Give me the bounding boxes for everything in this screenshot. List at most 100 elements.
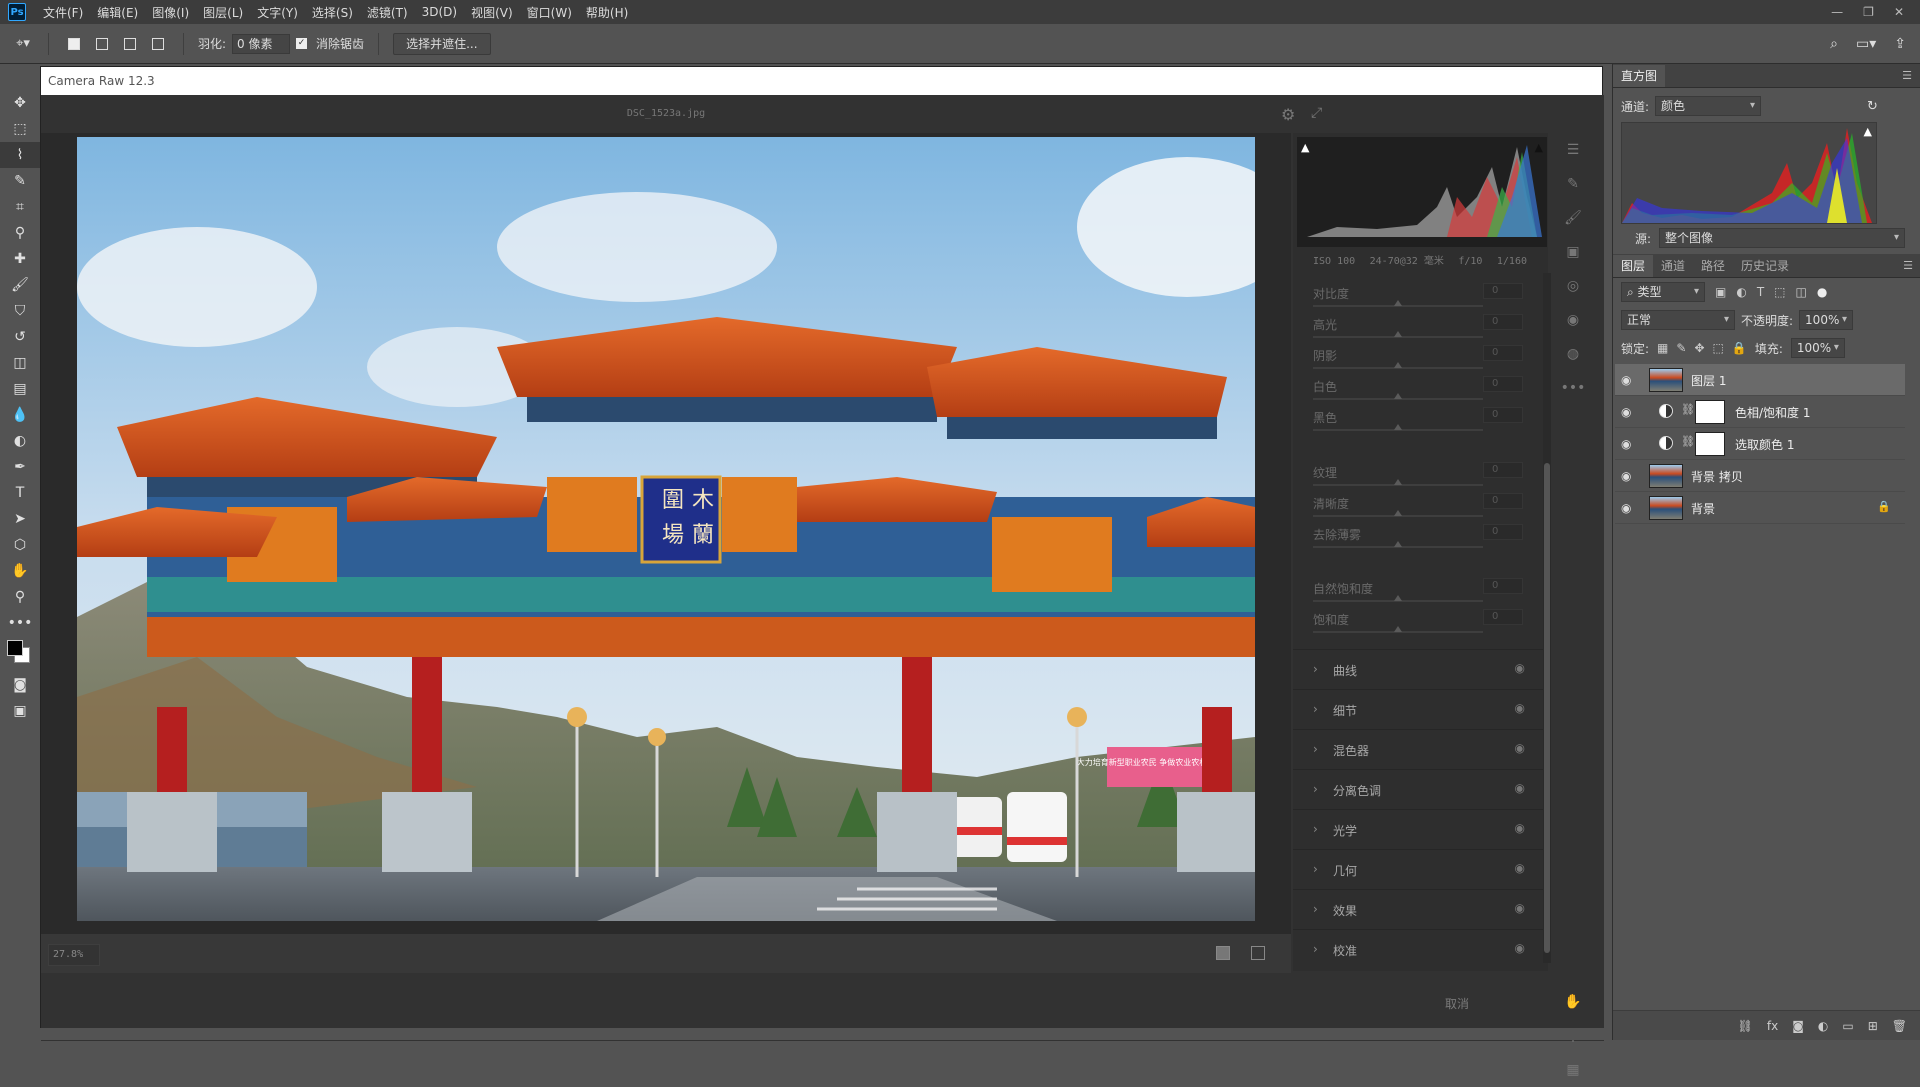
eraser-tool-icon[interactable]: ◫: [0, 350, 40, 376]
eye-icon[interactable]: ◉: [1515, 861, 1525, 875]
eye-icon[interactable]: ◉: [1621, 501, 1631, 515]
slider-vibrance[interactable]: 自然饱和度 0: [1313, 578, 1523, 602]
section-geometry[interactable]: › 几何 ◉: [1293, 849, 1543, 889]
section-calibration[interactable]: › 校准 ◉: [1293, 929, 1543, 969]
section-curves[interactable]: › 曲线 ◉: [1293, 649, 1543, 689]
eye-icon[interactable]: ◉: [1621, 437, 1631, 451]
menu-window[interactable]: 窗口(W): [520, 4, 579, 21]
settings-gear-icon[interactable]: ⚙: [1281, 105, 1295, 124]
adjustment-brush-icon[interactable]: 🖌: [1553, 201, 1593, 235]
type-tool-icon[interactable]: T: [0, 480, 40, 506]
lock-pixels-icon[interactable]: ✎: [1676, 341, 1686, 355]
new-layer-icon[interactable]: ⊞: [1868, 1019, 1878, 1033]
dodge-tool-icon[interactable]: ◐: [0, 428, 40, 454]
before-after-view-icon[interactable]: [1251, 946, 1265, 960]
menu-image[interactable]: 图像(I): [145, 4, 196, 21]
antialias-checkbox[interactable]: ✓: [296, 38, 308, 49]
layer-row[interactable]: ◉ 图层 1: [1615, 364, 1905, 396]
filter-type-icon[interactable]: T: [1757, 285, 1764, 299]
presets-icon[interactable]: ◍: [1553, 337, 1593, 371]
screen-mode-icon[interactable]: ▣: [0, 698, 40, 724]
slider-contrast[interactable]: 对比度 0: [1313, 283, 1523, 307]
marquee-tool-icon[interactable]: ⬚: [0, 116, 40, 142]
menu-filter[interactable]: 滤镜(T): [360, 4, 415, 21]
filter-adjustment-icon[interactable]: ◐: [1736, 285, 1746, 299]
eye-icon[interactable]: ◉: [1515, 741, 1525, 755]
lock-artboard-icon[interactable]: ⬚: [1713, 341, 1724, 355]
panel-menu-icon[interactable]: ☰: [1903, 259, 1913, 272]
move-tool-icon[interactable]: ✥: [0, 90, 40, 116]
layer-row[interactable]: ◉ ⛓ 色相/饱和度 1: [1615, 396, 1905, 428]
section-detail[interactable]: › 细节 ◉: [1293, 689, 1543, 729]
quick-select-tool-icon[interactable]: ✎: [0, 168, 40, 194]
section-optics[interactable]: › 光学 ◉: [1293, 809, 1543, 849]
menu-help[interactable]: 帮助(H): [579, 4, 635, 21]
eye-icon[interactable]: ◉: [1515, 821, 1525, 835]
tab-layers[interactable]: 图层: [1613, 255, 1654, 277]
cancel-button[interactable]: 取消: [1445, 995, 1469, 1012]
slider-highlights[interactable]: 高光 0: [1313, 314, 1523, 338]
shadow-clipping-icon[interactable]: ▲: [1301, 141, 1309, 154]
search-icon[interactable]: ⌕: [1830, 36, 1838, 52]
lasso-tool-icon[interactable]: ⌇: [0, 142, 40, 168]
section-effects[interactable]: › 效果 ◉: [1293, 889, 1543, 929]
cache-warning-icon[interactable]: ▲: [1864, 125, 1872, 138]
eye-icon[interactable]: ◉: [1621, 469, 1631, 483]
filter-pixel-icon[interactable]: ▣: [1715, 285, 1726, 299]
spot-removal-icon[interactable]: ✎: [1553, 167, 1593, 201]
slider-whites[interactable]: 白色 0: [1313, 376, 1523, 400]
gradient-tool-icon[interactable]: ▤: [0, 376, 40, 402]
edit-sliders-icon[interactable]: ☰: [1553, 133, 1593, 167]
lock-transparency-icon[interactable]: ▦: [1657, 341, 1668, 355]
lock-all-icon[interactable]: 🔒: [1732, 341, 1747, 355]
eye-icon[interactable]: ◉: [1515, 941, 1525, 955]
refresh-icon[interactable]: ↻: [1867, 99, 1878, 114]
filter-smart-object-icon[interactable]: ◫: [1796, 285, 1807, 299]
menu-3d[interactable]: 3D(D): [415, 5, 464, 19]
more-tools-icon[interactable]: •••: [0, 610, 40, 636]
layer-filter-dropdown[interactable]: ⌕ 类型 ▾: [1621, 282, 1705, 302]
layer-row[interactable]: ◉ 背景 拷贝: [1615, 460, 1905, 492]
slider-shadows[interactable]: 阴影 0: [1313, 345, 1523, 369]
slider-dehaze[interactable]: 去除薄雾 0: [1313, 524, 1523, 548]
eye-icon[interactable]: ◉: [1621, 373, 1631, 387]
close-icon[interactable]: ✕: [1894, 5, 1904, 19]
clone-stamp-tool-icon[interactable]: ⛉: [0, 298, 40, 324]
eye-icon[interactable]: ◉: [1621, 405, 1631, 419]
tab-history[interactable]: 历史记录: [1733, 255, 1797, 277]
color-swatches[interactable]: [0, 636, 40, 672]
lock-icon[interactable]: 🔒: [1877, 500, 1891, 513]
filter-toggle-icon[interactable]: ●: [1817, 285, 1827, 299]
section-split-toning[interactable]: › 分离色调 ◉: [1293, 769, 1543, 809]
slider-blacks[interactable]: 黑色 0: [1313, 407, 1523, 431]
history-brush-tool-icon[interactable]: ↺: [0, 324, 40, 350]
layer-row[interactable]: ◉ 背景 🔒: [1615, 492, 1905, 524]
eyedropper-tool-icon[interactable]: ⚲: [0, 220, 40, 246]
healing-brush-tool-icon[interactable]: ✚: [0, 246, 40, 272]
menu-view[interactable]: 视图(V): [464, 4, 520, 21]
share-icon[interactable]: ⇪: [1894, 36, 1906, 52]
tab-histogram[interactable]: 直方图: [1613, 65, 1666, 87]
fill-input[interactable]: 100% ▾: [1790, 338, 1845, 358]
menu-layer[interactable]: 图层(L): [196, 4, 250, 21]
graduated-filter-icon[interactable]: ▣: [1553, 235, 1593, 269]
lock-position-icon[interactable]: ✥: [1694, 341, 1704, 355]
blur-tool-icon[interactable]: 💧: [0, 402, 40, 428]
quick-mask-icon[interactable]: ◙: [0, 672, 40, 698]
subtract-selection-icon[interactable]: [119, 33, 141, 55]
menu-type[interactable]: 文字(Y): [250, 4, 305, 21]
add-mask-icon[interactable]: ◙: [1792, 1019, 1804, 1033]
slider-texture[interactable]: 纹理 0: [1313, 462, 1523, 486]
menu-select[interactable]: 选择(S): [305, 4, 360, 21]
minimize-icon[interactable]: —: [1831, 5, 1843, 19]
single-view-icon[interactable]: [1216, 946, 1230, 960]
opacity-input[interactable]: 100% ▾: [1799, 310, 1854, 330]
menu-edit[interactable]: 编辑(E): [90, 4, 145, 21]
more-options-icon[interactable]: •••: [1553, 371, 1593, 405]
path-select-tool-icon[interactable]: ➤: [0, 506, 40, 532]
image-preview-area[interactable]: 大力培育新型职业农民 争做农业农村带头人 圍 木 場 蘭: [41, 133, 1291, 933]
slider-clarity[interactable]: 清晰度 0: [1313, 493, 1523, 517]
feather-input[interactable]: 0 像素: [232, 33, 291, 54]
zoom-level-dropdown[interactable]: 27.8%: [48, 944, 100, 966]
restore-icon[interactable]: ❐: [1863, 5, 1874, 19]
